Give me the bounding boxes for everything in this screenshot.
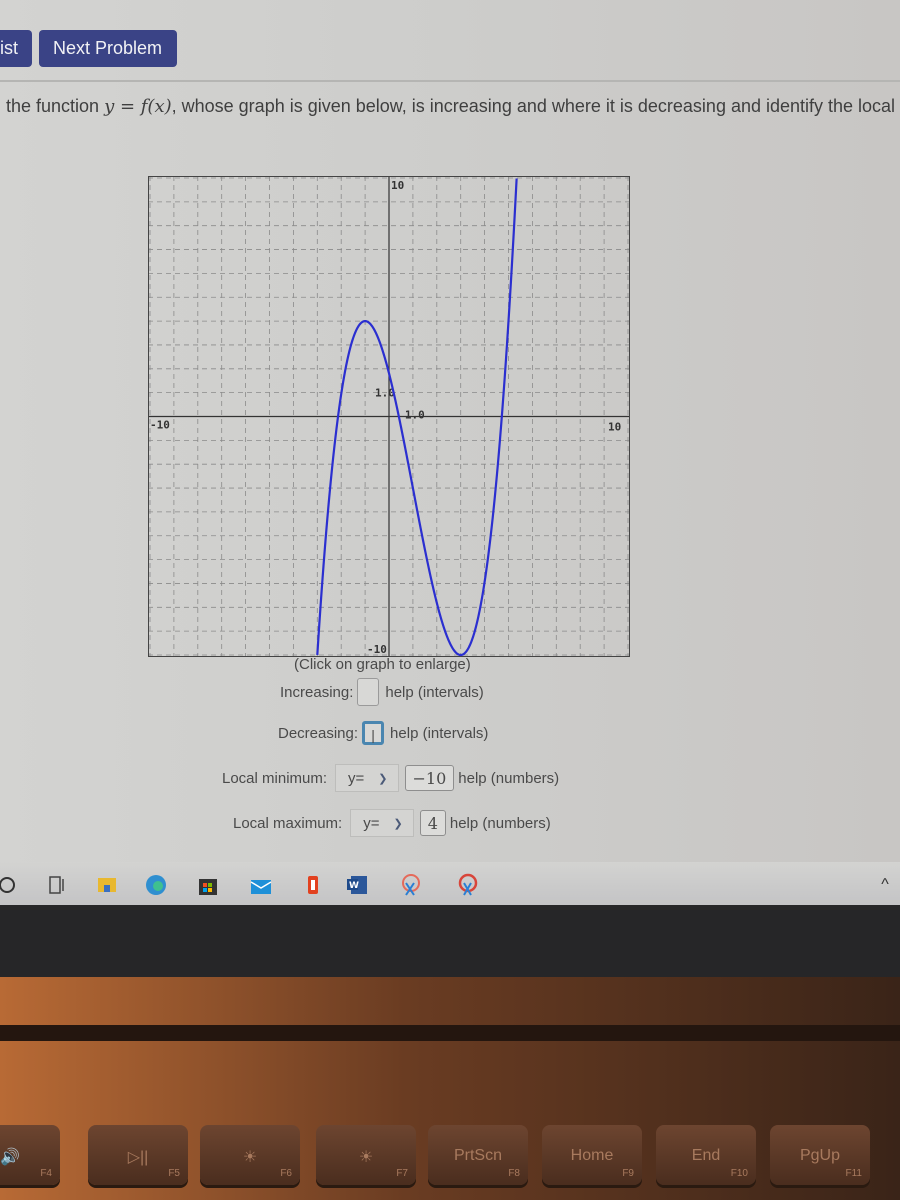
local-minimum-select[interactable]: y= ❯	[335, 764, 399, 792]
decreasing-label: Decreasing:	[278, 724, 359, 742]
local-maximum-label: Local maximum:	[233, 814, 343, 832]
keyboard-key-f11: PgUp F11	[770, 1125, 870, 1185]
keyboard-key-f4: 🔊 F4	[0, 1125, 60, 1185]
local-minimum-select-value: y=	[348, 769, 365, 787]
key-fn-label: F6	[280, 1168, 292, 1179]
keyboard-key-f5: ▷|| F5	[88, 1125, 188, 1185]
local-maximum-input[interactable]: 4	[419, 810, 446, 836]
key-main-label: ▷||	[127, 1149, 149, 1166]
key-main-label: ☀	[242, 1149, 258, 1166]
word-icon[interactable]: W	[344, 872, 370, 898]
keyboard-key-f8: PrtScn F8	[428, 1125, 528, 1185]
key-main-label: Home	[570, 1147, 614, 1164]
snip-icon[interactable]	[397, 872, 423, 898]
office-icon[interactable]	[300, 872, 326, 898]
prompt-math: y = f(x)	[104, 96, 172, 117]
decreasing-help-link[interactable]: help (intervals)	[390, 725, 488, 742]
task-view-icon[interactable]	[44, 872, 70, 898]
browser-content: ist Next Problem the function y = f(x), …	[0, 0, 900, 905]
key-main-label: 🔊	[0, 1149, 20, 1166]
local-minimum-row: Local minimum: y= ❯ −10 help (numbers)	[222, 764, 559, 792]
increasing-help-link[interactable]: help (intervals)	[385, 684, 483, 701]
function-graph[interactable]: 10 -10 -10 10 1.0 1.0	[148, 176, 630, 657]
laptop-bezel	[0, 905, 900, 977]
key-fn-label: F4	[40, 1168, 52, 1179]
decreasing-input[interactable]: |	[362, 721, 385, 745]
key-fn-label: F7	[396, 1168, 408, 1179]
chevron-down-icon: ❯	[393, 817, 403, 830]
key-fn-label: F10	[730, 1168, 748, 1179]
problem-list-button[interactable]: ist	[0, 30, 32, 67]
local-minimum-input[interactable]: −10	[404, 765, 455, 791]
keyboard-key-f7: ☀ F7	[316, 1125, 416, 1185]
increasing-input[interactable]	[357, 678, 380, 706]
next-problem-button[interactable]: Next Problem	[39, 30, 177, 67]
key-main-label: PgUp	[799, 1147, 841, 1164]
search-icon[interactable]	[0, 872, 20, 898]
local-minimum-label: Local minimum:	[222, 769, 328, 787]
laptop-hinge	[0, 1025, 900, 1041]
prompt-text-before: the function	[6, 96, 105, 116]
mail-icon[interactable]	[248, 872, 274, 898]
increasing-label: Increasing:	[280, 683, 354, 701]
local-maximum-select[interactable]: y= ❯	[350, 809, 414, 837]
local-maximum-help-link[interactable]: help (numbers)	[450, 815, 551, 832]
key-fn-label: F5	[168, 1168, 180, 1179]
x-max-tick-label: 10	[608, 421, 621, 434]
snip-sketch-icon[interactable]	[455, 872, 481, 898]
key-fn-label: F8	[508, 1168, 520, 1179]
svg-text:W: W	[349, 881, 359, 891]
key-main-label: End	[691, 1147, 721, 1164]
keyboard-key-f10: End F10	[656, 1125, 756, 1185]
y-max-tick-label: 10	[391, 179, 404, 192]
edge-icon[interactable]	[143, 872, 169, 898]
windows-taskbar: W ^	[0, 862, 900, 910]
key-main-label: ☀	[358, 1149, 374, 1166]
increasing-row: Increasing: help (intervals)	[280, 678, 484, 706]
local-minimum-help-link[interactable]: help (numbers)	[458, 770, 559, 787]
graph-caption: (Click on graph to enlarge)	[294, 656, 471, 673]
problem-nav-bar: ist Next Problem	[0, 0, 900, 82]
chevron-down-icon: ❯	[378, 772, 388, 785]
tray-chevron-up-icon[interactable]: ^	[872, 872, 898, 898]
local-maximum-select-value: y=	[363, 814, 380, 832]
local-maximum-row: Local maximum: y= ❯ 4 help (numbers)	[233, 809, 551, 837]
key-fn-label: F9	[622, 1168, 634, 1179]
graph-axes	[148, 176, 630, 657]
y-min-tick-label: -10	[367, 643, 387, 656]
x-min-tick-label: -10	[150, 419, 170, 432]
x-unit-tick-label: 1.0	[405, 409, 425, 422]
problem-prompt: the function y = f(x), whose graph is gi…	[6, 96, 895, 117]
store-icon[interactable]	[195, 872, 221, 898]
key-fn-label: F11	[845, 1168, 863, 1179]
key-main-label: PrtScn	[453, 1147, 502, 1164]
decreasing-row: Decreasing: | help (intervals)	[278, 721, 488, 745]
keyboard-key-f9: Home F9	[542, 1125, 642, 1185]
keyboard-key-f6: ☀ F6	[200, 1125, 300, 1185]
prompt-text-after: , whose graph is given below, is increas…	[171, 96, 896, 116]
file-explorer-icon[interactable]	[94, 872, 120, 898]
